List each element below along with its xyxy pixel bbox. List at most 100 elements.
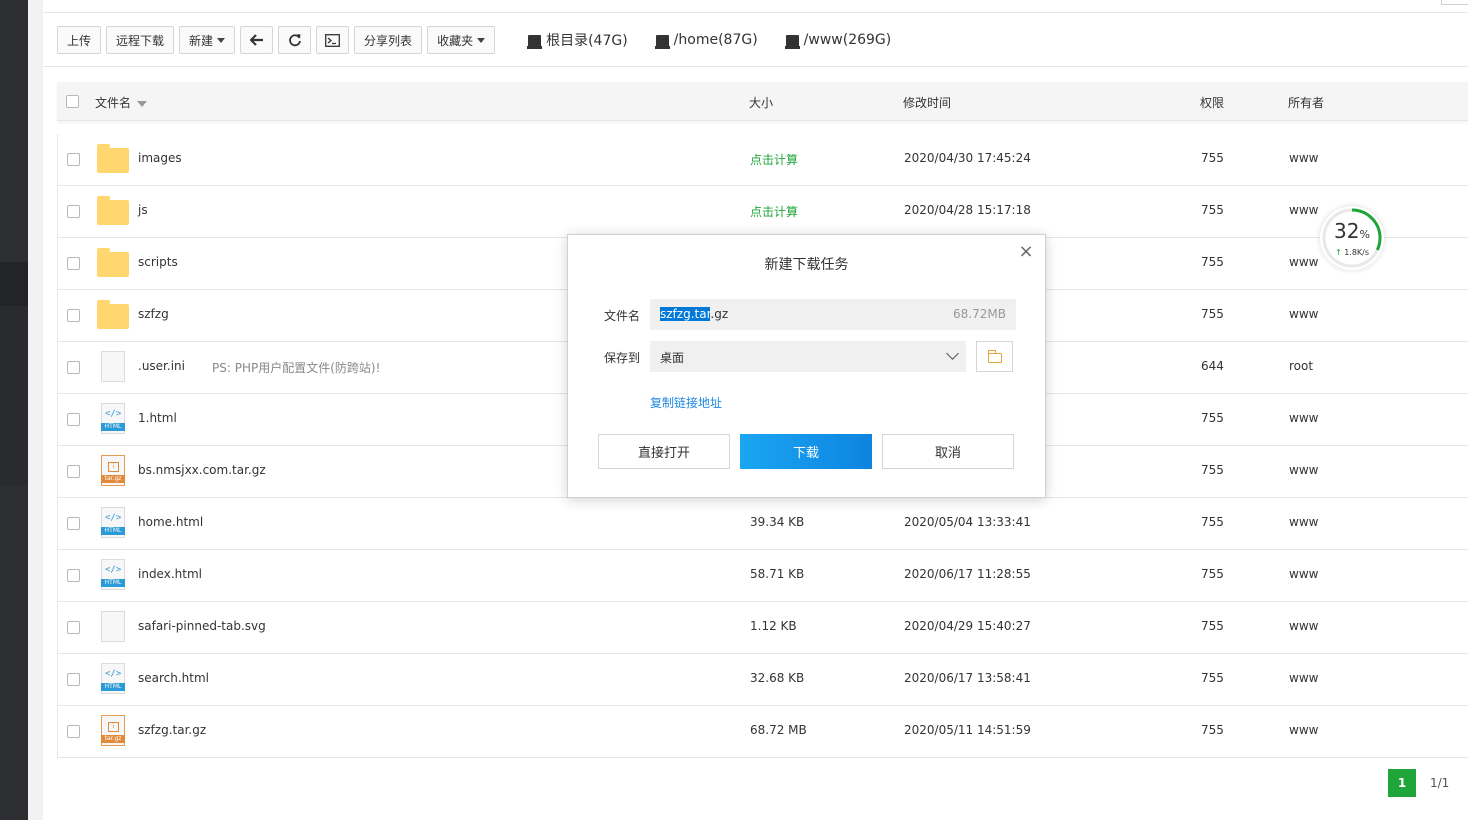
- arrow-up-icon: ↑: [1334, 248, 1342, 257]
- share-list-button[interactable]: 分享列表: [354, 26, 423, 54]
- network-monitor-widget[interactable]: 32% ↑ 1.8K/s: [1320, 206, 1384, 270]
- table-row[interactable]: </> HTML home.html 39.34 KB 2020/05/04 13…: [58, 498, 1468, 550]
- file-size: 39.34 KB: [750, 515, 805, 529]
- file-mtime: 2020/04/28 15:17:18: [904, 203, 1031, 217]
- file-perm[interactable]: 755: [1201, 619, 1224, 633]
- row-checkbox[interactable]: [67, 205, 80, 218]
- new-button[interactable]: 新建: [179, 26, 236, 54]
- row-checkbox[interactable]: [67, 413, 80, 426]
- page-current[interactable]: 1: [1388, 769, 1416, 797]
- close-icon[interactable]: ×: [1017, 243, 1035, 261]
- file-perm[interactable]: 755: [1201, 671, 1224, 685]
- file-owner[interactable]: www: [1289, 411, 1318, 425]
- chevron-down-icon: [946, 347, 959, 360]
- sidebar-active-item[interactable]: [0, 262, 28, 306]
- row-checkbox[interactable]: [67, 257, 80, 270]
- back-button[interactable]: [240, 26, 274, 54]
- file-name[interactable]: js: [138, 203, 148, 217]
- file-mtime: 2020/06/17 13:58:41: [904, 671, 1031, 685]
- cancel-button[interactable]: 取消: [882, 434, 1014, 469]
- row-checkbox[interactable]: [67, 673, 80, 686]
- row-checkbox[interactable]: [67, 569, 80, 582]
- file-owner[interactable]: www: [1289, 723, 1318, 737]
- file-icon: [97, 611, 129, 642]
- file-name[interactable]: bs.nmsjxx.com.tar.gz: [138, 463, 266, 477]
- file-owner[interactable]: www: [1289, 567, 1318, 581]
- row-checkbox[interactable]: [67, 153, 80, 166]
- file-perm[interactable]: 644: [1201, 359, 1224, 373]
- folder-icon: [97, 196, 129, 225]
- disk-root[interactable]: 根目录(47G): [527, 30, 628, 50]
- toolbar: 上传 远程下载 新建 分享列表 收藏夹 根目录(47G) /home(87G) …: [57, 25, 891, 55]
- top-divider: [43, 12, 1468, 13]
- file-name[interactable]: .user.ini: [138, 359, 185, 373]
- file-name[interactable]: search.html: [138, 671, 209, 685]
- file-name[interactable]: safari-pinned-tab.svg: [138, 619, 266, 633]
- row-checkbox[interactable]: [67, 361, 80, 374]
- table-row[interactable]: i tar.gz szfzg.tar.gz 68.72 MB 2020/05/11…: [58, 706, 1468, 758]
- usage-percent: 32%: [1334, 219, 1370, 243]
- row-checkbox[interactable]: [67, 309, 80, 322]
- file-size[interactable]: 点击计算: [750, 151, 798, 168]
- file-perm[interactable]: 755: [1201, 203, 1224, 217]
- table-row[interactable]: </> HTML index.html 58.71 KB 2020/06/17 1…: [58, 550, 1468, 602]
- pagination: 1 1/1: [1388, 769, 1449, 797]
- table-row[interactable]: images 点击计算 2020/04/30 17:45:24 755 www: [58, 134, 1468, 186]
- file-note: PS: PHP用户配置文件(防跨站)!: [212, 361, 381, 375]
- terminal-button[interactable]: [316, 26, 350, 54]
- file-perm[interactable]: 755: [1201, 463, 1224, 477]
- disk-home[interactable]: /home(87G): [654, 32, 758, 49]
- table-row[interactable]: safari-pinned-tab.svg 1.12 KB 2020/04/29…: [58, 602, 1468, 654]
- sidebar-menu-block: [0, 306, 28, 486]
- html-file-icon: </> HTML: [97, 559, 129, 590]
- file-name[interactable]: home.html: [138, 515, 203, 529]
- browse-folder-button[interactable]: [976, 341, 1013, 372]
- file-owner[interactable]: www: [1289, 203, 1318, 217]
- copy-link-button[interactable]: 复制链接地址: [650, 394, 722, 411]
- file-name[interactable]: szfzg: [138, 307, 169, 321]
- file-perm[interactable]: 755: [1201, 255, 1224, 269]
- file-name[interactable]: scripts: [138, 255, 178, 269]
- file-owner[interactable]: www: [1289, 255, 1318, 269]
- row-checkbox[interactable]: [67, 621, 80, 634]
- favorites-button[interactable]: 收藏夹: [427, 26, 496, 54]
- header-mtime[interactable]: 修改时间: [903, 94, 951, 111]
- file-name[interactable]: 1.html: [138, 411, 177, 425]
- filename-field[interactable]: szfzg.tar.gz 68.72MB: [650, 299, 1016, 330]
- file-size[interactable]: 点击计算: [750, 203, 798, 220]
- download-button[interactable]: 下载: [740, 434, 872, 469]
- archive-file-icon: i tar.gz: [97, 455, 129, 486]
- file-name[interactable]: index.html: [138, 567, 202, 581]
- file-perm[interactable]: 755: [1201, 411, 1224, 425]
- file-owner[interactable]: www: [1289, 307, 1318, 321]
- table-row[interactable]: </> HTML search.html 32.68 KB 2020/06/17 …: [58, 654, 1468, 706]
- file-name[interactable]: szfzg.tar.gz: [138, 723, 206, 737]
- file-perm[interactable]: 755: [1201, 567, 1224, 581]
- upload-speed: ↑ 1.8K/s: [1334, 248, 1370, 257]
- row-checkbox[interactable]: [67, 465, 80, 478]
- file-perm[interactable]: 755: [1201, 515, 1224, 529]
- open-directly-button[interactable]: 直接打开: [598, 434, 730, 469]
- refresh-button[interactable]: [278, 26, 312, 54]
- file-name[interactable]: images: [138, 151, 182, 165]
- row-checkbox[interactable]: [67, 517, 80, 530]
- file-owner[interactable]: www: [1289, 671, 1318, 685]
- upload-button[interactable]: 上传: [57, 26, 102, 54]
- remote-download-button[interactable]: 远程下载: [106, 26, 175, 54]
- file-owner[interactable]: www: [1289, 463, 1318, 477]
- header-size[interactable]: 大小: [749, 94, 773, 111]
- row-checkbox[interactable]: [67, 725, 80, 738]
- folder-icon: [97, 300, 129, 329]
- file-owner[interactable]: www: [1289, 619, 1318, 633]
- table-row[interactable]: js 点击计算 2020/04/28 15:17:18 755 www: [58, 186, 1468, 238]
- save-to-select[interactable]: 桌面: [650, 341, 966, 372]
- disk-www[interactable]: /www(269G): [784, 32, 891, 49]
- header-name[interactable]: 文件名: [95, 94, 148, 111]
- file-owner[interactable]: www: [1289, 151, 1318, 165]
- file-owner[interactable]: root: [1289, 359, 1313, 373]
- select-all-checkbox[interactable]: [66, 95, 79, 108]
- file-perm[interactable]: 755: [1201, 307, 1224, 321]
- file-perm[interactable]: 755: [1201, 723, 1224, 737]
- file-perm[interactable]: 755: [1201, 151, 1224, 165]
- file-owner[interactable]: www: [1289, 515, 1318, 529]
